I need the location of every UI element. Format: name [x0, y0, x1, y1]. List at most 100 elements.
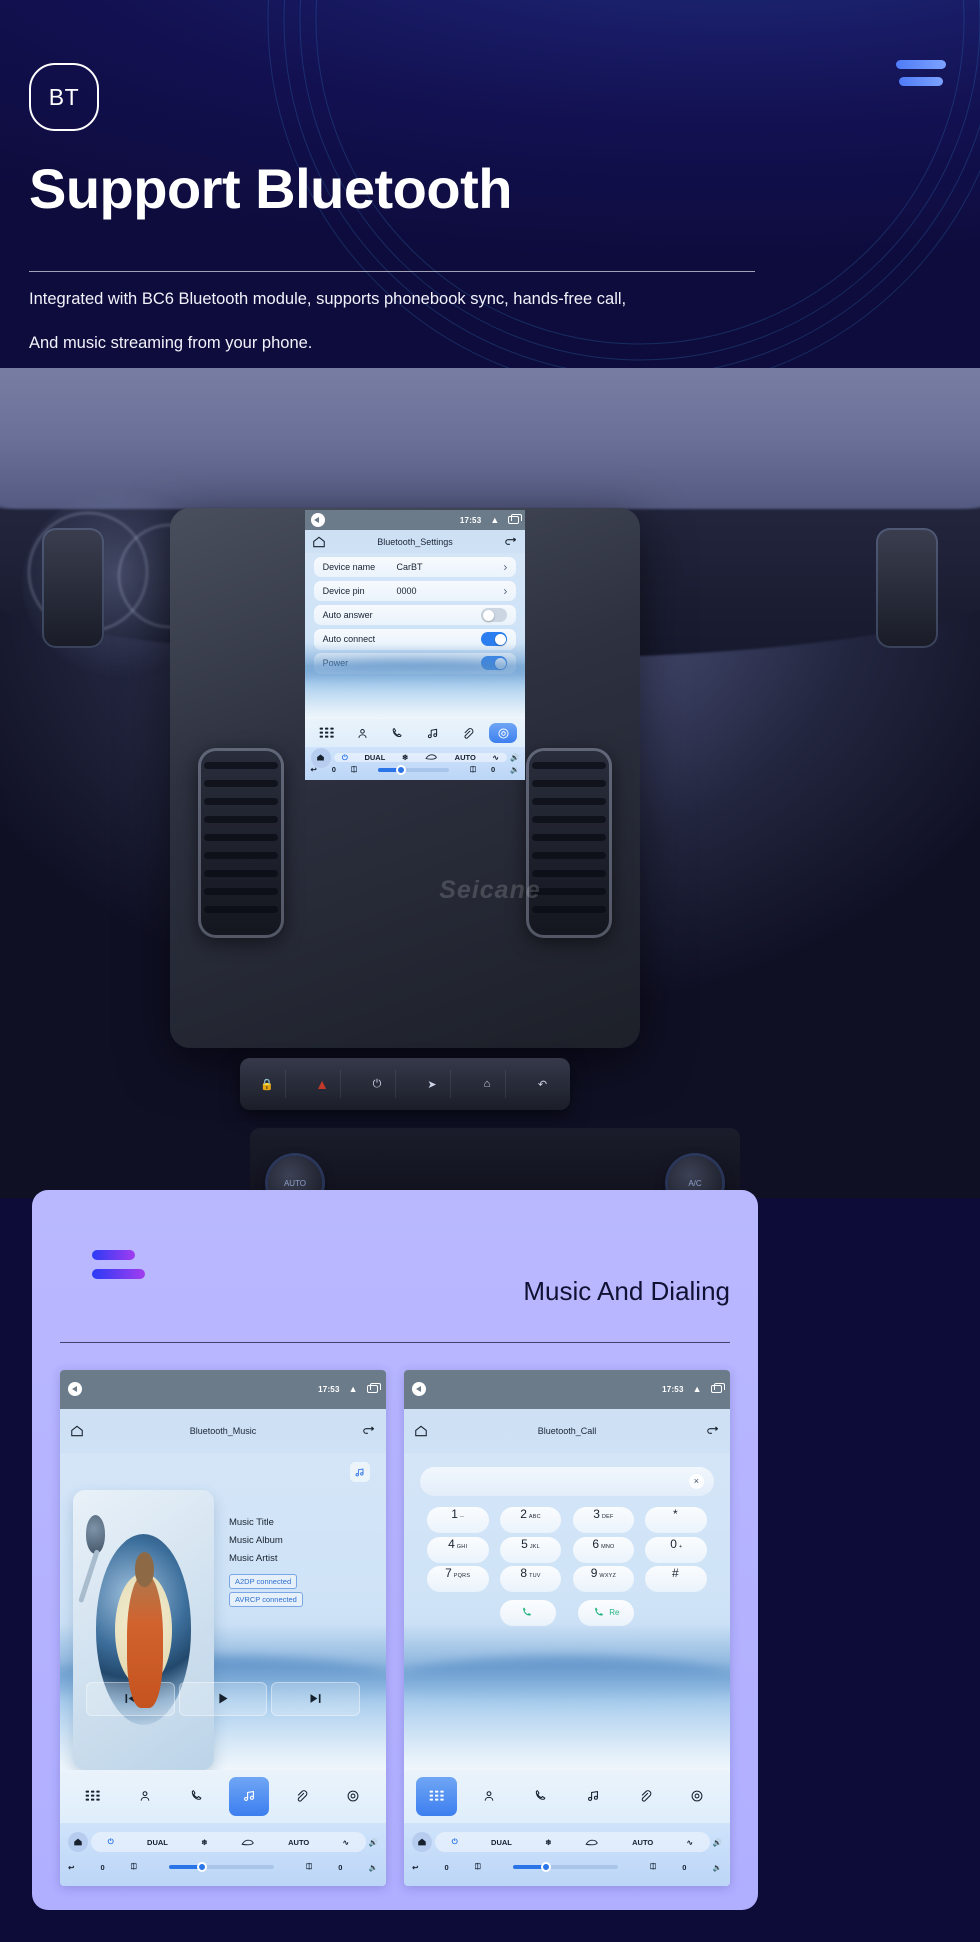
snowflake-icon[interactable]: ❄: [545, 1838, 551, 1847]
menu-icon[interactable]: ⌂: [470, 1070, 506, 1098]
back-arrow-icon[interactable]: ↩: [311, 765, 317, 774]
home-icon[interactable]: [312, 535, 326, 549]
dual-label[interactable]: DUAL: [491, 1838, 512, 1847]
auto-answer-toggle[interactable]: [481, 608, 508, 623]
recents-icon[interactable]: [710, 1383, 725, 1394]
chevron-right-icon[interactable]: ›: [503, 584, 507, 598]
recents-icon[interactable]: [366, 1383, 381, 1394]
next-track-icon[interactable]: [271, 1681, 360, 1716]
fan-icon[interactable]: ∿: [687, 1838, 693, 1847]
key-9[interactable]: 9 WXYZ: [572, 1566, 635, 1593]
fan-icon[interactable]: ∿: [343, 1838, 349, 1847]
key-3[interactable]: 3 DEF: [572, 1507, 635, 1534]
dock-link[interactable]: [625, 1777, 666, 1816]
dual-label[interactable]: DUAL: [147, 1838, 168, 1847]
back-arrow-icon[interactable]: ↩: [68, 1863, 74, 1872]
seat-icon[interactable]: ⎅: [351, 765, 357, 775]
seat-heat-icon[interactable]: ⎅: [470, 765, 476, 775]
key-0[interactable]: 0 +: [645, 1536, 708, 1563]
back-circle-icon[interactable]: [412, 1382, 427, 1397]
dock-music[interactable]: [228, 1776, 270, 1817]
dock-contacts[interactable]: [468, 1777, 509, 1816]
play-icon[interactable]: [178, 1681, 268, 1716]
volume-down-icon[interactable]: 🔉: [368, 1863, 377, 1872]
lock-icon[interactable]: 🔒: [250, 1070, 286, 1098]
key-2[interactable]: 2 ABC: [499, 1507, 562, 1534]
back-circle-icon[interactable]: [68, 1382, 83, 1397]
setting-row-device-pin[interactable]: Device pin 0000 ›: [313, 580, 517, 602]
dock-settings[interactable]: [333, 1777, 374, 1816]
power-icon[interactable]: ⏻: [452, 1837, 458, 1847]
key-7[interactable]: 7 PQRS: [426, 1566, 489, 1593]
dual-label[interactable]: DUAL: [364, 753, 385, 762]
dock-apps-grid[interactable]: [313, 723, 340, 744]
seat-icon[interactable]: ⎅: [475, 1862, 481, 1872]
dock-link[interactable]: [454, 723, 481, 744]
dock-settings[interactable]: [677, 1777, 718, 1816]
defrost-icon[interactable]: [585, 1838, 599, 1847]
dock-contacts[interactable]: [124, 1777, 165, 1816]
dock-phone[interactable]: [177, 1777, 218, 1816]
key-8[interactable]: 8 TUV: [499, 1566, 562, 1593]
back-arrow-icon[interactable]: ↩: [412, 1863, 418, 1872]
power-icon[interactable]: ⏻: [108, 1837, 114, 1847]
redial-icon[interactable]: Re: [578, 1599, 635, 1626]
key-star[interactable]: *: [645, 1507, 708, 1534]
back-icon[interactable]: ↶: [525, 1070, 561, 1098]
defrost-icon[interactable]: [241, 1838, 255, 1847]
key-hash[interactable]: #: [645, 1566, 708, 1593]
phone-number-input[interactable]: ×: [420, 1467, 714, 1496]
chevron-right-icon[interactable]: ›: [503, 560, 507, 574]
return-arrow-icon[interactable]: [362, 1424, 376, 1438]
setting-row-device-name[interactable]: Device name CarBT ›: [313, 556, 517, 578]
dock-phone[interactable]: [384, 723, 411, 744]
seat-heat-icon[interactable]: ⎅: [650, 1862, 656, 1872]
setting-row-auto-answer[interactable]: Auto answer: [313, 604, 517, 626]
nav-icon[interactable]: ➤: [415, 1070, 451, 1098]
key-6[interactable]: 6 MNO: [572, 1536, 635, 1563]
volume-down-icon[interactable]: 🔉: [712, 1863, 721, 1872]
fan-speed-slider[interactable]: [168, 1862, 275, 1872]
hamburger-icon[interactable]: [92, 1250, 162, 1279]
dock-link[interactable]: [281, 1777, 322, 1816]
dock-contacts[interactable]: [348, 723, 375, 744]
fan-icon[interactable]: ∿: [492, 753, 498, 762]
home-button[interactable]: [412, 1832, 433, 1853]
volume-up-icon[interactable]: 🔊: [713, 1838, 722, 1847]
chevron-up-icon[interactable]: ▲: [693, 1384, 702, 1394]
auto-label[interactable]: AUTO: [455, 753, 476, 762]
key-5[interactable]: 5 JKL: [499, 1536, 562, 1563]
key-4[interactable]: 4 GHI: [426, 1536, 489, 1563]
volume-up-icon[interactable]: 🔊: [510, 753, 519, 762]
dock-apps-grid[interactable]: [72, 1777, 113, 1816]
snowflake-icon[interactable]: ❄: [201, 1838, 207, 1847]
recents-icon[interactable]: [508, 514, 523, 525]
fan-speed-slider[interactable]: [512, 1862, 619, 1872]
seat-heat-icon[interactable]: ⎅: [306, 1862, 312, 1872]
clear-x-icon[interactable]: ×: [688, 1473, 704, 1489]
bluetooth-music-screen[interactable]: 17:53 ▲ Bluetooth_Music Music Title Musi…: [60, 1370, 386, 1886]
auto-label[interactable]: AUTO: [632, 1838, 653, 1847]
snowflake-icon[interactable]: ❄: [402, 753, 408, 762]
fan-speed-slider[interactable]: [377, 764, 449, 775]
bluetooth-settings-screen[interactable]: 17:53 ▲ Bluetooth_Settings Device name C…: [305, 510, 525, 780]
home-button[interactable]: [68, 1832, 89, 1853]
return-arrow-icon[interactable]: [706, 1424, 720, 1438]
dock-phone[interactable]: [521, 1777, 562, 1816]
hazard-icon[interactable]: ▲: [305, 1070, 341, 1098]
defrost-icon[interactable]: [425, 753, 438, 761]
volume-down-icon[interactable]: 🔉: [510, 765, 519, 774]
power-icon[interactable]: ⏻: [342, 753, 348, 763]
home-icon[interactable]: [414, 1424, 428, 1438]
hamburger-icon[interactable]: [890, 60, 946, 98]
seat-icon[interactable]: ⎅: [131, 1862, 137, 1872]
volume-up-icon[interactable]: 🔊: [369, 1838, 378, 1847]
chevron-up-icon[interactable]: ▲: [490, 515, 499, 525]
back-circle-icon[interactable]: [310, 513, 325, 528]
dock-apps-grid[interactable]: [416, 1776, 457, 1817]
bluetooth-call-screen[interactable]: 17:53 ▲ Bluetooth_Call × 1 -- 2 ABC 3 DE…: [404, 1370, 730, 1886]
dock-settings[interactable]: [489, 722, 517, 744]
power-icon[interactable]: ⏻: [360, 1070, 396, 1098]
dock-music[interactable]: [573, 1777, 614, 1816]
dock-music[interactable]: [419, 723, 446, 744]
